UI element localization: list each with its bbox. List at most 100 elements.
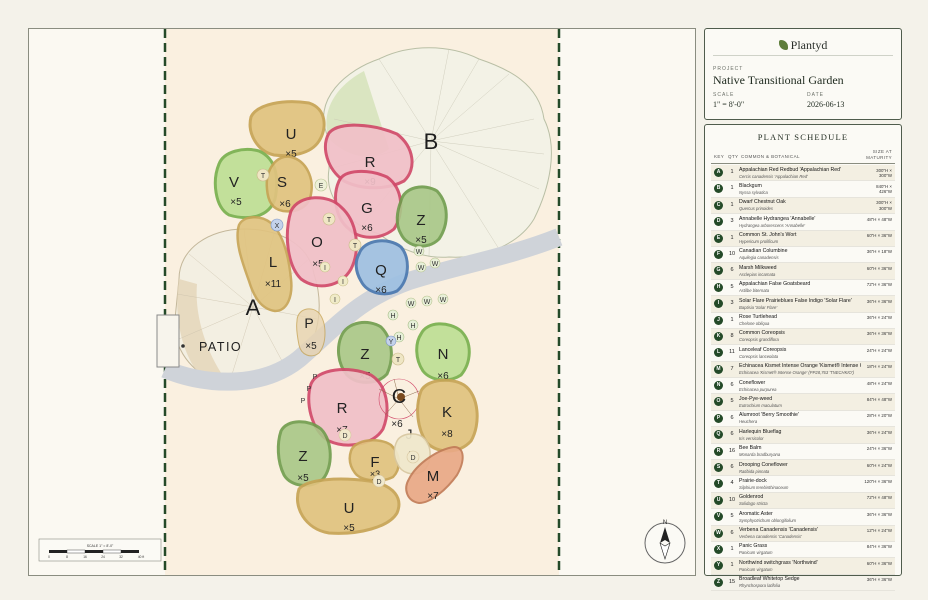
common-name: Marsh Milkweed (739, 264, 777, 271)
botanical-name: Iris versicolor (739, 435, 764, 441)
key-badge: B (714, 184, 723, 194)
size-at-maturity: 300"H × 300"W (876, 200, 892, 211)
patio-marker-dot (181, 344, 185, 348)
qty-value: 4 (730, 480, 734, 487)
col-size: SIZE AT MATURITY (866, 149, 892, 160)
qty-value: 1 (730, 201, 734, 208)
key-badge: G (714, 266, 723, 276)
schedule-row[interactable]: D 3 Annabelle Hydrangea 'Annabelle' Hydrang… (711, 214, 895, 231)
schedule-row[interactable]: B 1 Blackgum Nyssa sylvatica 840"H × 426"W (711, 181, 895, 198)
botanical-name: Coreopsis grandiflora (739, 337, 779, 343)
schedule-row[interactable]: R 16 Bee Balm Monarda bradburyana 24"H × 36"… (711, 444, 895, 461)
schedule-row[interactable]: N 6 Coneflower Echinacea purpurea 48"H × 24"… (711, 378, 895, 395)
key-badge: P (714, 413, 723, 423)
bed-j-count: ×6 (391, 419, 403, 430)
marker-d2-label: D (376, 479, 381, 486)
schedule-row[interactable]: I 3 Solar Flare Prairieblues False Indigo … (711, 296, 895, 313)
schedule-row[interactable]: E 1 Common St. John's Wort Hypericum prolif… (711, 230, 895, 247)
qty-value: 1 (730, 545, 734, 552)
size-at-maturity: 84"H × 36"W (866, 544, 892, 550)
schedule-row[interactable]: S 6 Drooping Coneflower Ratibida pinnata 60"… (711, 460, 895, 477)
common-name: Common St. John's Wort (739, 232, 797, 239)
schedule-row[interactable]: L 11 Lanceleaf Coreopsis Coreopsis lanceola… (711, 345, 895, 362)
bed-g-label: G (361, 200, 373, 217)
schedule-row[interactable]: T 4 Prairie-dock Silphium terebinthinaceum 1… (711, 476, 895, 493)
common-name: Panic Grass (739, 543, 768, 550)
qty-value: 8 (730, 332, 734, 339)
botanical-name: Coreopsis lanceolata (739, 353, 779, 359)
qty-value: 11 (729, 349, 735, 356)
schedule-row[interactable]: Y 1 Northwind switchgrass 'Northwind' Panic… (711, 558, 895, 575)
schedule-row[interactable]: M 7 Echinacea Kismet Intense Orange 'Kisme… (711, 361, 895, 379)
size-at-maturity: 60"H × 36"W (866, 265, 892, 271)
qty-value: 5 (730, 283, 734, 290)
qty-value: 6 (730, 414, 734, 421)
key-badge: Q (714, 430, 723, 440)
marker-e-label: E (319, 183, 324, 190)
bed-u-bottom-count: ×5 (343, 523, 355, 534)
bed-m-label: M (427, 468, 440, 485)
key-badge: O (714, 397, 723, 407)
botanical-name: Echinacea 'Kismet® Intense Orange' (PP28… (739, 370, 854, 376)
schedule-row[interactable]: Z 15 Broadleaf Whitetop Sedge Rhynchospora … (711, 575, 895, 592)
schedule-row[interactable]: P 6 Alumroot 'Berry Smoothie' Heuchera 28"H … (711, 411, 895, 428)
common-name: Northwind switchgrass 'Northwind' (739, 559, 818, 566)
bed-r-bottom-label: R (337, 400, 348, 417)
bed-o-label: O (311, 234, 323, 251)
marker-h2-label: H (410, 323, 415, 330)
col-qty: QTY (728, 154, 739, 159)
date-caption: DATE (807, 92, 824, 98)
plant-schedule: PLANT SCHEDULE KEY QTY COMMON & BOTANICA… (704, 124, 902, 592)
marker-w3-label: W (418, 265, 425, 272)
marker-i1-label: I (324, 265, 326, 272)
site-plan-canvas[interactable]: B A PATIO U ×5 V ×5 S ×6 R ×9 G ×6 (29, 29, 695, 575)
key-badge: X (714, 544, 723, 554)
schedule-row[interactable]: J 1 Rose Turtlehead Chelone obliqua 36"H × 2… (711, 313, 895, 329)
botanical-name: Solidago stricta (739, 501, 768, 507)
qty-value: 16 (728, 447, 736, 454)
bed-z-bottom-label: Z (298, 448, 307, 465)
botanical-name: Baptisia 'Solar Flare' (739, 304, 778, 310)
bed-k-count: ×8 (441, 429, 453, 440)
key-badge: M (714, 364, 723, 374)
botanical-name: Hydrangea arborescens 'Annabelle' (739, 222, 806, 228)
patio[interactable] (156, 314, 180, 368)
size-at-maturity: 840"H × 426"W (876, 183, 892, 195)
size-at-maturity: 60"H × 36"W (866, 560, 892, 566)
botanical-name: Symphyotrichum oblongifolium (739, 517, 797, 523)
schedule-row[interactable]: X 1 Panic Grass Panicum virgatum 84"H × 36"W (711, 542, 895, 559)
compass-label: N (663, 520, 667, 526)
bed-q-count: ×6 (375, 285, 387, 296)
schedule-row[interactable]: W 6 Verbena Canadensis 'Canadensis' Verbena… (711, 525, 895, 542)
brand-name: Plantyd (790, 38, 828, 52)
bed-v-label: V (229, 174, 239, 191)
botanical-name: Rhynchospora latifolia (739, 583, 781, 589)
common-name: Appalachian Red Redbud 'Appalachian Red' (739, 166, 842, 173)
size-at-maturity: 72"H × 48"W (866, 495, 892, 501)
schedule-row[interactable]: H 5 Appalachian False Goatsbeard Astilbe bi… (711, 280, 895, 297)
size-at-maturity: 300"H × 300"W (876, 167, 892, 179)
qty-value: 6 (730, 464, 734, 471)
schedule-row[interactable]: C 1 Dwarf Chestnut Oak Quercus prinoides 300… (711, 197, 895, 215)
schedule-row[interactable]: K 8 Common Coreopsis Coreopsis grandiflora 3… (711, 328, 895, 346)
schedule-row[interactable]: F 10 Canadian Columbine Aquilegia canadensi… (711, 247, 895, 264)
schedule-row[interactable]: V 5 Aromatic Aster Symphyotrichum oblongifo… (711, 509, 895, 526)
schedule-row[interactable]: A 1 Appalachian Red Redbud 'Appalachian Re… (711, 165, 895, 182)
size-at-maturity: 36"H × 36"W (866, 577, 892, 583)
schedule-row[interactable]: O 5 Joe-Pye-weed Eutrochium maculatum 84"H ×… (711, 394, 895, 411)
scale-bar-caption: SCALE 1" = 8'-0" (87, 544, 114, 548)
marker-h1-label: H (390, 313, 395, 320)
common-name: Lanceleaf Coreopsis (739, 346, 787, 353)
schedule-row[interactable]: Q 6 Harlequin Blueflag Iris versicolor 36"H … (711, 427, 895, 444)
schedule-row[interactable]: U 10 Goldenrod Solidago stricta 72"H × 48"W (711, 492, 895, 510)
common-name: Blackgum (739, 182, 762, 189)
size-at-maturity: 72"H × 36"W (866, 282, 892, 288)
plan-sheet[interactable]: B A PATIO U ×5 V ×5 S ×6 R ×9 G ×6 (28, 28, 696, 576)
qty-value: 5 (730, 398, 734, 405)
schedule-row[interactable]: G 6 Marsh Milkweed Asclepias incarnata 60"H … (711, 263, 895, 280)
marker-t1-label: T (261, 173, 266, 180)
size-at-maturity: 36"H × 18"W (866, 249, 892, 255)
common-name: Drooping Coneflower (739, 461, 788, 468)
botanical-name: Asclepias incarnata (739, 271, 776, 277)
common-name: Goldenrod (739, 494, 764, 501)
